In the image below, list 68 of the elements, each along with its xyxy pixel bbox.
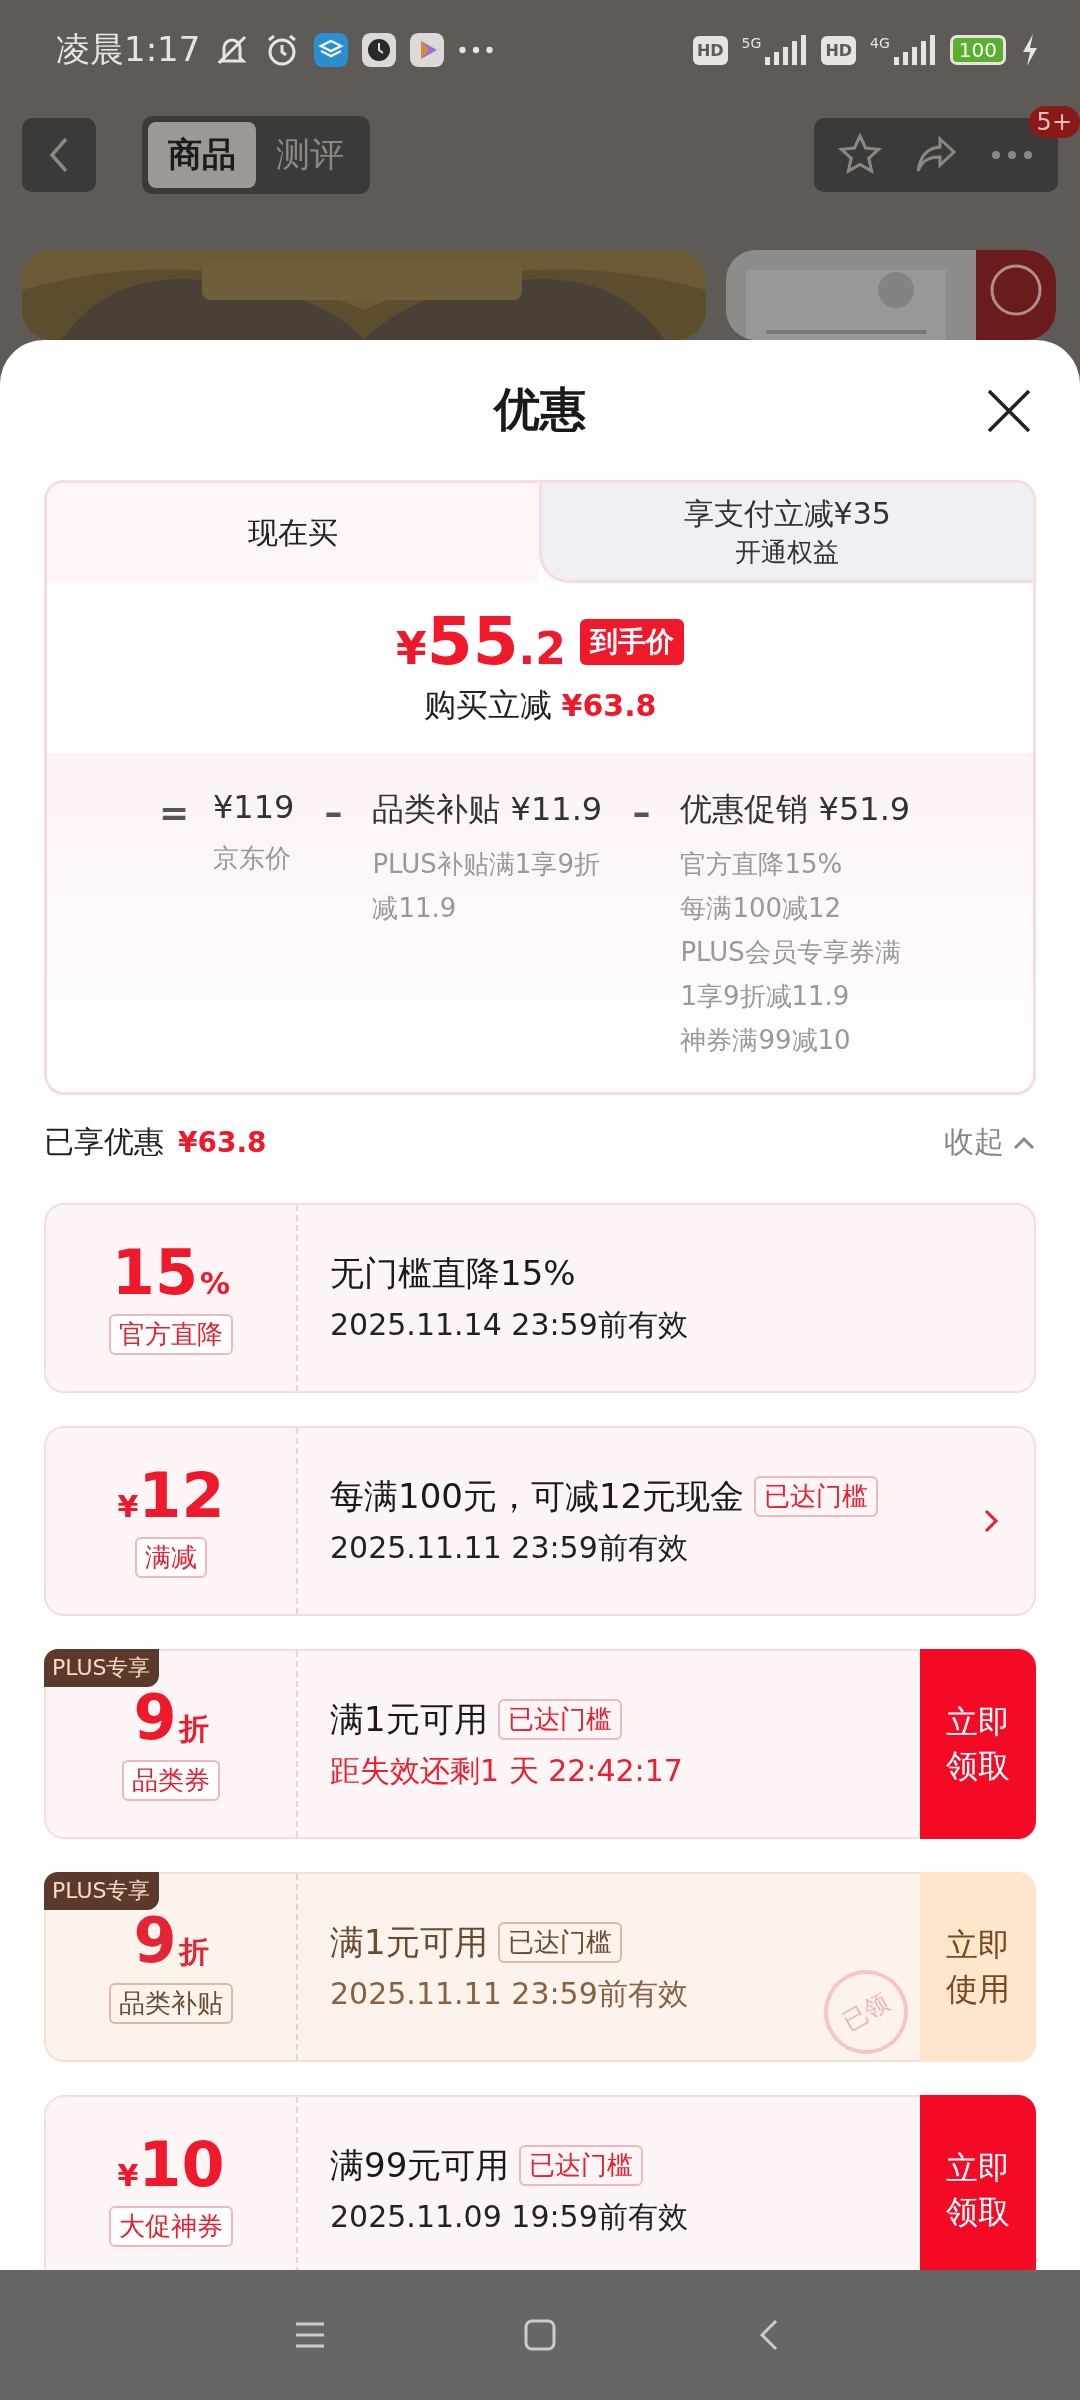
notification-badge: 5+ <box>1028 106 1080 138</box>
threshold-tag: 已达门槛 <box>519 2145 644 2186</box>
price-tag: 到手价 <box>579 618 684 665</box>
threshold-tag: 已达门槛 <box>497 1922 622 1963</box>
plus-badge: PLUS专享 <box>44 1649 159 1687</box>
saving-amount: ¥63.8 <box>561 688 657 723</box>
price-tab[interactable]: 现在买 <box>47 483 539 583</box>
threshold-tag: 已达门槛 <box>754 1476 879 1517</box>
coupon-amount: ¥10 <box>117 2133 225 2196</box>
coupon-amount: 9折 <box>133 1687 209 1750</box>
collapse-toggle[interactable]: 收起 <box>944 1122 1036 1163</box>
breakdown-amount: 品类补贴 ¥11.9 <box>372 789 603 830</box>
more-dots-icon <box>458 45 495 55</box>
tab[interactable]: 商品 <box>148 122 256 188</box>
breakdown-note: 神券满99减10 <box>680 1024 852 1057</box>
price-tab[interactable]: 享支付立减¥35 开通权益 <box>538 483 1033 583</box>
breakdown-note: 京东价 <box>213 842 292 875</box>
coupon-amount: ¥12 <box>117 1464 225 1527</box>
sheet-title: 优惠 <box>494 381 586 438</box>
battery-level: 100 <box>949 35 1006 65</box>
discount-label: 已享优惠 <box>44 1123 164 1161</box>
coupon-title: 满1元可用 <box>330 1920 488 1964</box>
plus-badge: PLUS专享 <box>44 1872 159 1910</box>
hd-label: HD <box>692 35 728 65</box>
operator: = <box>157 791 191 835</box>
back-button[interactable] <box>22 118 96 192</box>
layers-app-icon <box>314 33 349 67</box>
coupon-action-button[interactable]: 立即领取 <box>920 2095 1036 2270</box>
coupon-type-tag: 满减 <box>135 1536 207 1578</box>
expiry-text: 2025.11.11 23:59前有效 <box>330 1528 688 1567</box>
coupon-title: 满1元可用 <box>330 1697 488 1741</box>
play-app-icon <box>410 33 445 67</box>
operator: – <box>631 791 652 835</box>
coupon-amount: 9折 <box>133 1910 209 1973</box>
hd-label: HD <box>821 35 857 65</box>
coupon-title: 每满100元，可减12元现金 <box>330 1474 745 1518</box>
breakdown-amount: ¥119 <box>213 788 295 826</box>
breakdown-amount: 优惠促销 ¥51.9 <box>680 789 911 830</box>
coupon-type-tag: 大促神券 <box>109 2205 233 2247</box>
breakdown-note: PLUS会员专享券满1享9折减11.9 <box>680 936 902 1013</box>
breakdown-note: 每满100减12 <box>680 892 843 925</box>
operator: – <box>323 791 344 835</box>
expiry-text: 2025.11.11 23:59前有效 <box>330 1974 688 2013</box>
expiry-text: 2025.11.09 19:59前有效 <box>330 2197 688 2236</box>
coupon-amount: 15% <box>111 1241 231 1304</box>
coupon-action-button[interactable]: 立即使用 <box>920 1872 1036 2062</box>
signal-icon <box>891 35 936 65</box>
clock-time: 凌晨1:17 <box>56 28 201 71</box>
threshold-tag: 已达门槛 <box>497 1699 622 1740</box>
countdown-text: 距失效还剩1 天 22:42:17 <box>330 1751 683 1790</box>
charging-bolt-icon <box>1020 32 1040 68</box>
breakdown-note: 官方直降15% <box>680 848 844 881</box>
coupon-action-button[interactable]: 立即领取 <box>920 1649 1036 1839</box>
coupon-type-tag: 官方直降 <box>109 1313 233 1355</box>
coupon-title: 无门槛直降15% <box>330 1251 576 1295</box>
coupon-type-tag: 品类补贴 <box>109 1983 233 2024</box>
signal-icon <box>763 35 808 65</box>
expiry-text: 2025.11.14 23:59前有效 <box>330 1305 688 1344</box>
clock-app-icon <box>362 33 397 67</box>
coupon-title: 满99元可用 <box>330 2143 510 2187</box>
final-price: ¥55.2 <box>396 603 567 680</box>
breakdown-note: PLUS补贴满1享9折减11.9 <box>372 848 601 925</box>
network-type: 5G <box>741 35 762 51</box>
coupon-type-tag: 品类券 <box>122 1760 220 1801</box>
discount-amount: ¥63.8 <box>178 1126 267 1159</box>
tab[interactable]: 测评 <box>256 122 364 188</box>
network-type: 4G <box>870 35 890 51</box>
saving-label: 购买立减 <box>423 686 552 724</box>
